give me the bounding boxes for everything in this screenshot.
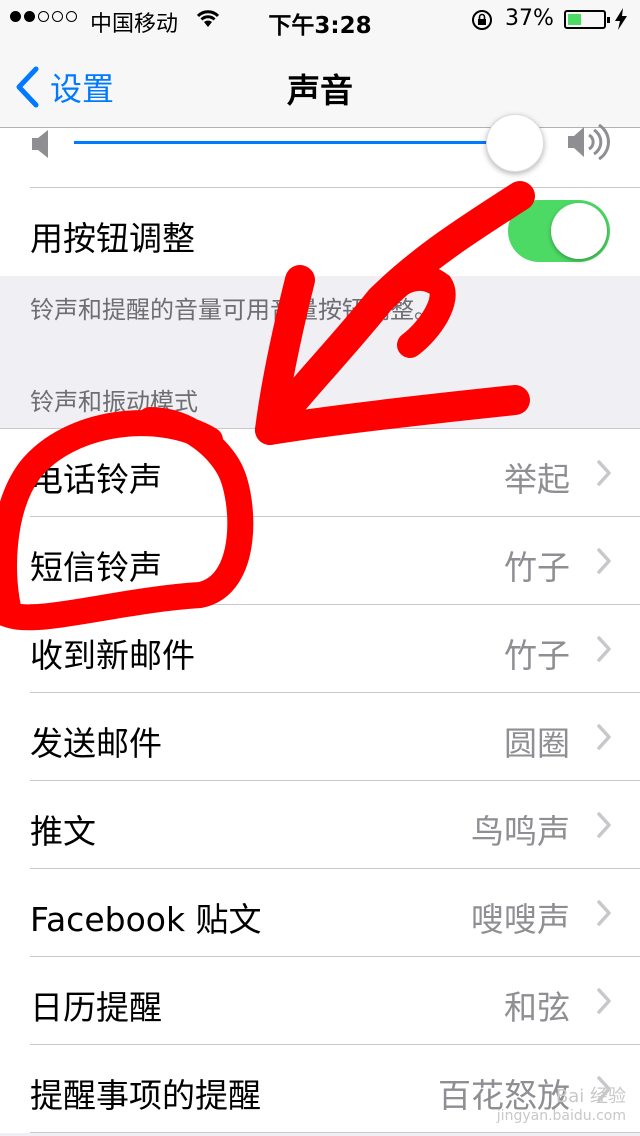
speaker-high-icon (568, 123, 610, 161)
list-item-value: 竹子 (504, 548, 570, 587)
status-bar: 中国移动 下午3:28 37% (0, 0, 640, 40)
navigation-bar: 设置 声音 (0, 40, 640, 128)
chevron-right-icon (597, 460, 611, 486)
chevron-right-icon (597, 636, 611, 662)
adjust-with-buttons-toggle[interactable] (508, 200, 610, 262)
chevron-right-icon (597, 988, 611, 1014)
list-item-label: 收到新邮件 (30, 636, 195, 675)
toggle-knob (551, 203, 607, 259)
list-item[interactable]: 日历提醒 和弦 (0, 957, 640, 1045)
list-item[interactable]: 发送邮件 圆圈 (0, 693, 640, 781)
watermark: Bai 经验 jingyan.baidu.com (496, 1086, 626, 1124)
rotation-lock-icon (472, 10, 492, 30)
chevron-right-icon (597, 812, 611, 838)
volume-footer-note: 铃声和提醒的音量可用音量按钮调整。 (30, 296, 438, 324)
volume-slider-row (0, 114, 640, 188)
list-item-label: Facebook 贴文 (30, 900, 262, 939)
list-item-label: 电话铃声 (30, 460, 162, 499)
charging-bolt-icon (615, 8, 627, 30)
volume-slider-thumb[interactable] (486, 114, 544, 172)
list-item[interactable]: Facebook 贴文 嗖嗖声 (0, 869, 640, 957)
list-item-value: 鸟鸣声 (471, 812, 570, 851)
list-item[interactable]: 短信铃声 竹子 (0, 517, 640, 605)
page-title: 声音 (287, 71, 353, 110)
ringtones-section-header: 铃声和振动模式 (30, 388, 198, 416)
adjust-with-buttons-row: 用按钮调整 (0, 188, 640, 276)
battery-icon (564, 10, 610, 29)
chevron-right-icon (597, 548, 611, 574)
adjust-with-buttons-label: 用按钮调整 (30, 219, 195, 258)
volume-slider-track (74, 141, 516, 144)
list-item-label: 日历提醒 (30, 988, 162, 1027)
list-item-label: 推文 (30, 812, 96, 851)
sounds-list: 电话铃声 举起 短信铃声 竹子 收到新邮件 竹子 发送邮件 圆圈 推文 鸟鸣声 Facebook 贴… (0, 428, 640, 1133)
list-item-label: 发送邮件 (30, 724, 162, 763)
list-item-value: 举起 (504, 460, 570, 499)
list-item-value: 竹子 (504, 636, 570, 675)
list-item-value: 嗖嗖声 (471, 900, 570, 939)
ringer-volume-group: 用按钮调整 (0, 114, 640, 276)
chevron-right-icon (597, 900, 611, 926)
chevron-right-icon (597, 724, 611, 750)
battery-percent: 37% (505, 6, 554, 31)
speaker-low-icon (32, 130, 48, 158)
list-item-value: 和弦 (504, 988, 570, 1027)
list-item-label: 短信铃声 (30, 548, 162, 587)
list-item-value: 圆圈 (504, 724, 570, 763)
list-item[interactable]: 推文 鸟鸣声 (0, 781, 640, 869)
list-item-label: 提醒事项的提醒 (30, 1076, 261, 1115)
list-item[interactable]: 电话铃声 举起 (0, 429, 640, 517)
list-item[interactable]: 收到新邮件 竹子 (0, 605, 640, 693)
